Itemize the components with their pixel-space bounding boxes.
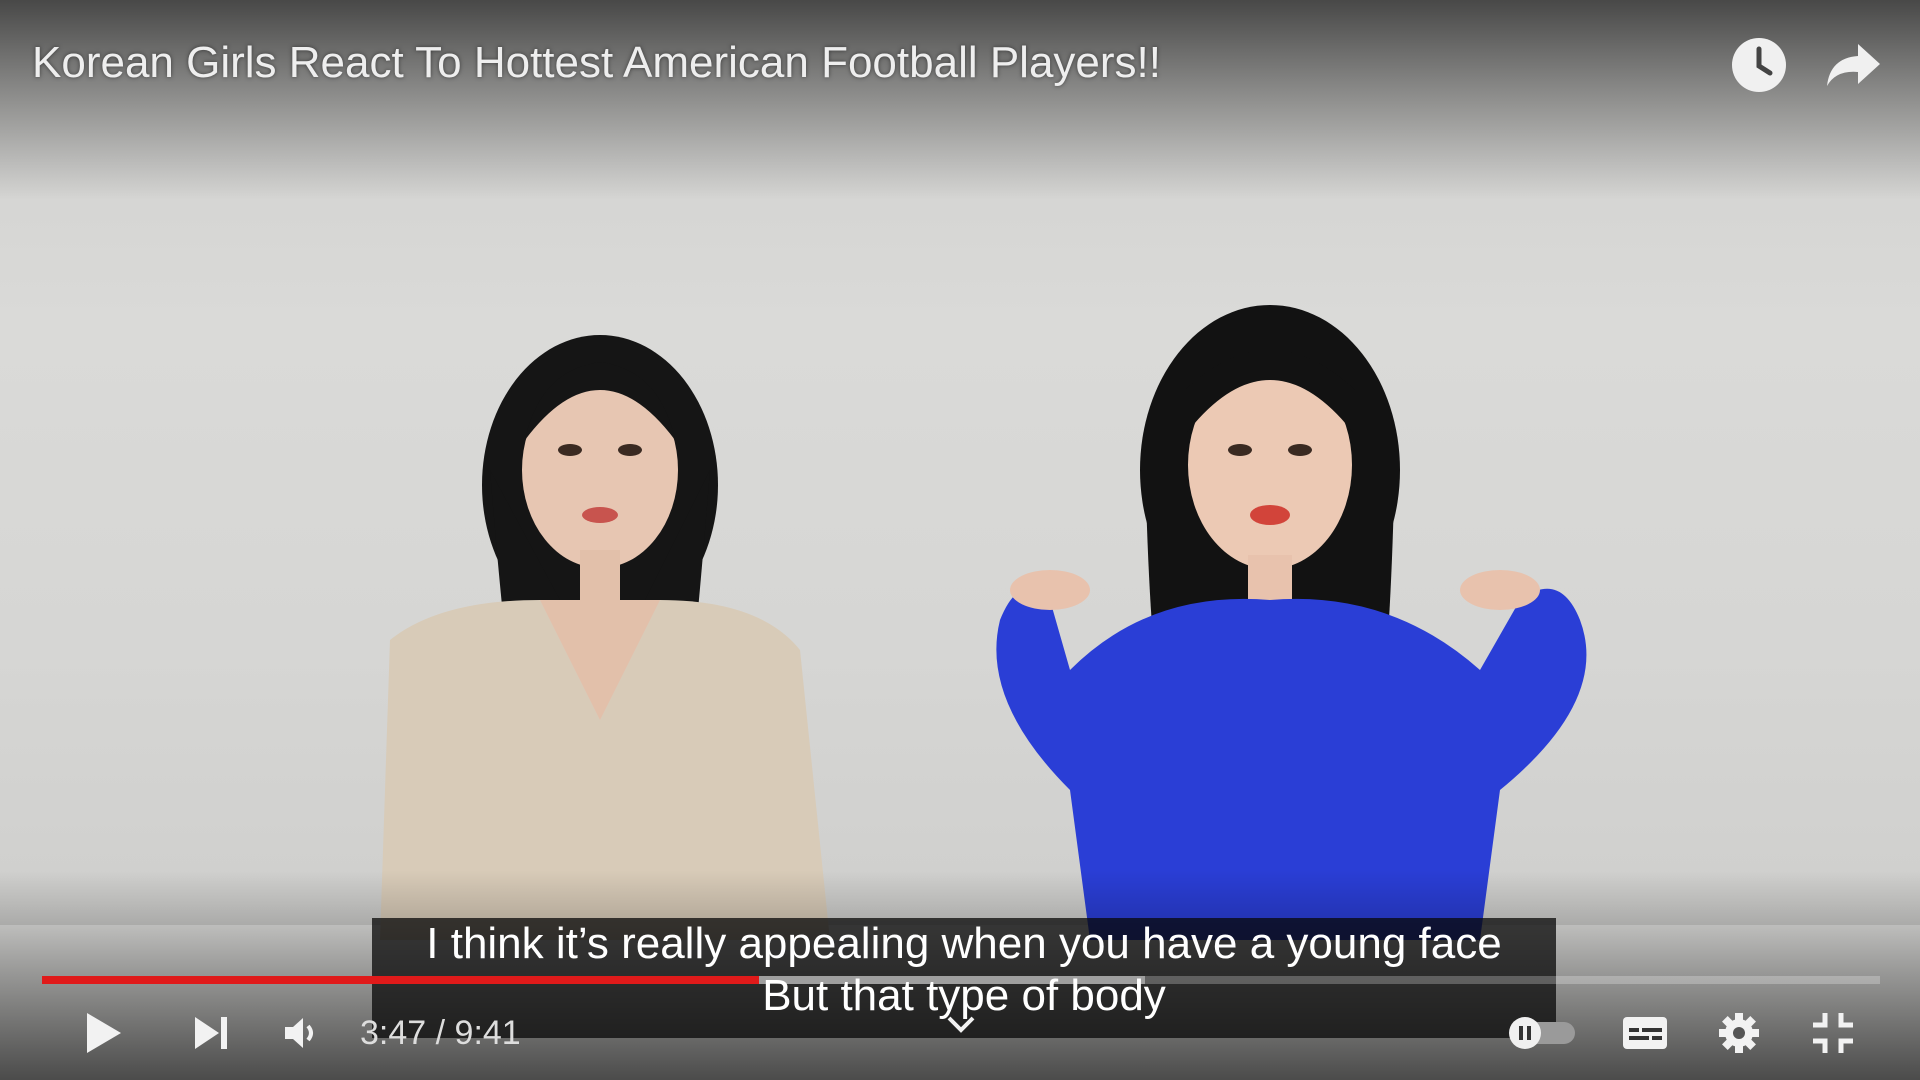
person-right-image [996, 305, 1587, 940]
play-icon [87, 1013, 121, 1053]
volume-icon [285, 1018, 313, 1048]
settings-button[interactable] [1706, 1000, 1772, 1066]
person-left-image [380, 335, 830, 940]
share-icon [1827, 44, 1880, 86]
current-time: 3:47 [360, 1014, 427, 1052]
next-button[interactable] [178, 1000, 244, 1066]
subtitles-button[interactable] [1612, 1000, 1678, 1066]
settings-icon [1719, 1013, 1759, 1053]
caption-line-1: I think it’s really appealing when you h… [426, 919, 1502, 968]
progress-played [42, 976, 759, 984]
next-icon [195, 1017, 227, 1049]
watch-later-icon [1732, 38, 1786, 92]
video-title[interactable]: Korean Girls React To Hottest American F… [32, 36, 1161, 90]
video-player[interactable]: Korean Girls React To Hottest American F… [0, 0, 1920, 1080]
top-gradient-overlay [0, 0, 1920, 200]
mute-button[interactable] [266, 1000, 332, 1066]
share-button[interactable] [1818, 30, 1888, 100]
autoplay-toggle[interactable] [1504, 1000, 1580, 1066]
watch-later-button[interactable] [1724, 30, 1794, 100]
time-display: 3:47 / 9:41 [360, 1011, 521, 1055]
subtitles-icon [1623, 1017, 1667, 1049]
chevron-down-icon[interactable] [944, 1012, 978, 1036]
autoplay-toggle-icon [1509, 1017, 1575, 1049]
time-separator: / [426, 1014, 455, 1052]
exit-fullscreen-icon [1813, 1013, 1853, 1053]
progress-bar[interactable] [42, 976, 1880, 984]
exit-fullscreen-button[interactable] [1800, 1000, 1866, 1066]
play-button[interactable] [70, 1000, 136, 1066]
duration: 9:41 [454, 1014, 521, 1052]
